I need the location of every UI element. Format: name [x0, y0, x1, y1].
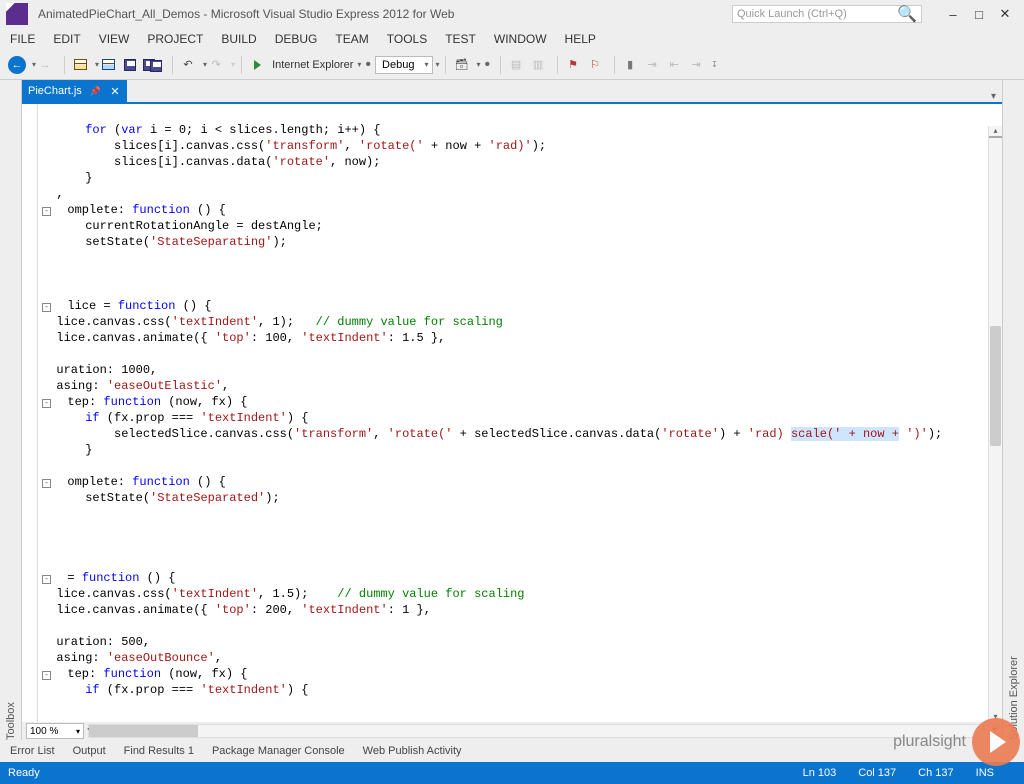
tw-web-publish[interactable]: Web Publish Activity [363, 745, 462, 757]
nav-back-button[interactable]: ← [8, 55, 26, 75]
search-icon: 🔍 [897, 4, 917, 24]
window-title: AnimatedPieChart_All_Demos - Microsoft V… [38, 7, 732, 21]
menu-file[interactable]: FILE [10, 32, 35, 46]
outline-toggle-icon[interactable]: - [42, 671, 51, 680]
quick-launch-input[interactable]: Quick Launch (Ctrl+Q) 🔍 [732, 5, 922, 23]
overflow-chevron-icon[interactable]: ↧ [711, 60, 718, 69]
undo-button[interactable]: ↶ [179, 55, 197, 75]
editor-tab[interactable]: PieChart.js 📌 ✕ [22, 80, 127, 102]
tb-step3-button[interactable]: ⇥ [687, 55, 705, 75]
status-line: Ln 103 [803, 767, 837, 779]
config-chevron-icon[interactable]: ▾ [435, 60, 439, 69]
outline-toggle-icon[interactable]: - [42, 479, 51, 488]
save-button[interactable] [121, 55, 139, 75]
play-icon [254, 60, 261, 70]
tb-step-button[interactable]: ⇥ [643, 55, 661, 75]
solution-explorer-rail-label: Solution Explorer [1008, 88, 1020, 740]
tw-pkg-console[interactable]: Package Manager Console [212, 745, 345, 757]
tb-step2-button[interactable]: ⇤ [665, 55, 683, 75]
menubar: FILE EDIT VIEW PROJECT BUILD DEBUG TEAM … [0, 28, 1024, 50]
tw-error-list[interactable]: Error List [10, 745, 55, 757]
toolbox-rail-label: Toolbox [5, 88, 17, 740]
pluralsight-label: pluralsight [893, 733, 966, 751]
tb-uncomment-button[interactable]: ▥ [529, 55, 547, 75]
outline-toggle-icon[interactable]: - [42, 207, 51, 216]
run-target-label[interactable]: Internet Explorer [272, 59, 353, 71]
vertical-scrollbar[interactable]: ▴ ▾ [988, 126, 1002, 722]
minimize-button[interactable]: ‒ [940, 7, 966, 22]
tw-output[interactable]: Output [73, 745, 106, 757]
redo-chevron-icon[interactable]: ▾ [231, 60, 235, 69]
menu-build[interactable]: BUILD [221, 32, 256, 46]
status-ch: Ch 137 [918, 767, 953, 779]
menu-debug[interactable]: DEBUG [275, 32, 318, 46]
tab-close-button[interactable]: ✕ [109, 85, 121, 97]
menu-window[interactable]: WINDOW [494, 32, 547, 46]
zoom-label: 100 % [30, 726, 58, 737]
config-combo[interactable]: Debug▾ [375, 56, 433, 74]
vs-logo-icon [6, 3, 28, 25]
horizontal-scrollbar[interactable]: ◂ ▸ [88, 724, 998, 738]
tb-bookmark-button[interactable]: ▮ [621, 55, 639, 75]
status-col: Col 137 [858, 767, 896, 779]
menu-tools[interactable]: TOOLS [387, 32, 427, 46]
status-bar: Ready Ln 103 Col 137 Ch 137 INS [0, 762, 1024, 784]
scroll-up-icon[interactable]: ▴ [989, 126, 1002, 136]
zoom-combo[interactable]: 100 %▾ [26, 723, 84, 739]
outline-toggle-icon[interactable]: - [42, 303, 51, 312]
open-file-button[interactable] [99, 55, 117, 75]
menu-view[interactable]: VIEW [99, 32, 130, 46]
scroll-thumb[interactable] [89, 725, 198, 737]
menu-team[interactable]: TEAM [335, 32, 368, 46]
new-project-button[interactable] [71, 55, 89, 75]
maximize-button[interactable]: □ [966, 7, 992, 22]
pluralsight-watermark: pluralsight [893, 718, 1020, 766]
browser-link-button[interactable]: 🗃 [452, 55, 470, 75]
solution-explorer-rail[interactable]: Solution Explorer [1002, 80, 1024, 740]
code-content[interactable]: for (var i = 0; i < slices.length; i++) … [42, 106, 986, 698]
quick-launch-placeholder: Quick Launch (Ctrl+Q) [737, 8, 847, 20]
code-gutter [22, 104, 38, 722]
start-debug-button[interactable] [248, 55, 266, 75]
tool-window-tabs: Error List Output Find Results 1 Package… [0, 740, 1024, 762]
tw-find-results[interactable]: Find Results 1 [124, 745, 194, 757]
menu-project[interactable]: PROJECT [147, 32, 203, 46]
toolbox-rail[interactable]: Toolbox [0, 80, 22, 740]
status-state: Ready [8, 767, 40, 779]
tb-break-clear-button[interactable]: ⚐ [586, 55, 604, 75]
toolbar: ← ▾ → ▾ ↶ ▾ ↷ ▾ Internet Explorer ▾ • De… [0, 50, 1024, 80]
tb-break-del-button[interactable]: ⚑ [564, 55, 582, 75]
menu-test[interactable]: TEST [445, 32, 476, 46]
scroll-thumb[interactable] [990, 326, 1001, 446]
close-button[interactable]: ✕ [992, 6, 1018, 22]
nav-fwd-button[interactable]: → [36, 55, 54, 75]
editor-tab-label: PieChart.js [28, 85, 82, 97]
outline-toggle-icon[interactable]: - [42, 399, 51, 408]
menu-edit[interactable]: EDIT [53, 32, 80, 46]
code-editor[interactable]: for (var i = 0; i < slices.length; i++) … [22, 102, 1002, 722]
browser-chevron-icon[interactable]: ▾ [476, 60, 480, 69]
selection: scale(' + now + [791, 427, 899, 441]
redo-button[interactable]: ↷ [207, 55, 225, 75]
tb-comment-button[interactable]: ▤ [507, 55, 525, 75]
save-all-button[interactable] [143, 55, 162, 75]
outline-toggle-icon[interactable]: - [42, 575, 51, 584]
run-chevron-icon[interactable]: ▾ [357, 60, 361, 69]
tab-overflow-chevron-icon[interactable]: ▾ [985, 91, 1002, 102]
status-ins: INS [976, 767, 994, 779]
pin-icon[interactable]: 📌 [90, 86, 101, 97]
pluralsight-logo-icon [972, 718, 1020, 766]
split-handle[interactable] [989, 136, 1002, 138]
menu-help[interactable]: HELP [565, 32, 596, 46]
